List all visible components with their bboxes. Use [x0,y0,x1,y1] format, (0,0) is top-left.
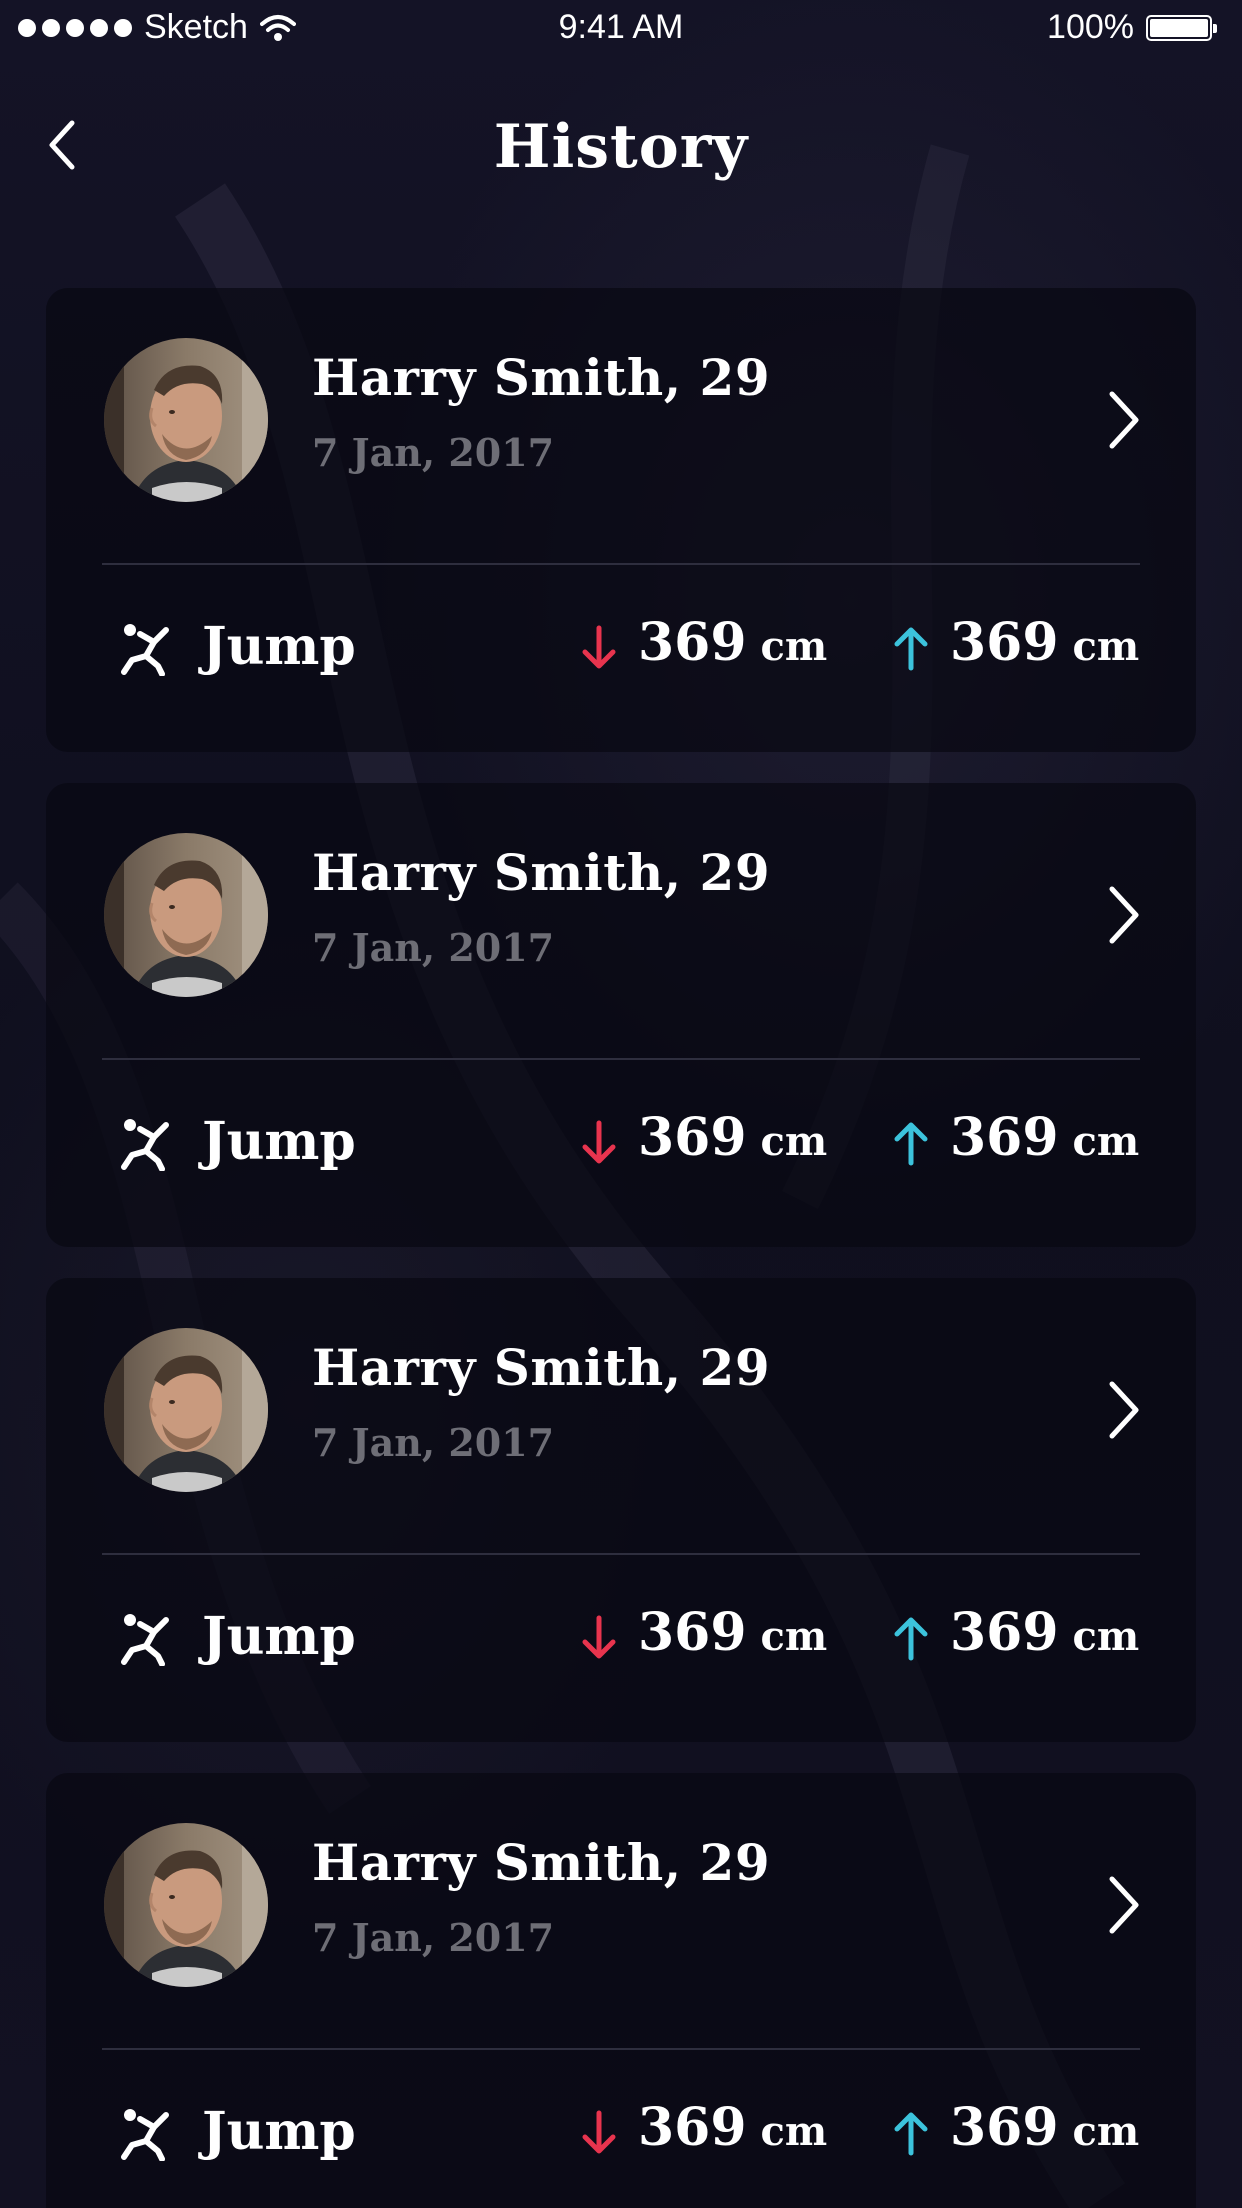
arrow-down-icon [582,2110,616,2154]
battery-percent: 100% [1047,8,1134,46]
metric-up-unit: cm [1072,2108,1140,2155]
avatar-photo [104,833,268,997]
person-name: Harry Smith, 29 [312,348,771,407]
stat-row: Jump 369 cm 369 cm [46,1103,1196,1183]
metric-down-value: 369 [638,1602,747,1663]
activity-label: Jump [202,2101,356,2162]
metric-up: 369 cm [892,1107,1139,1179]
metric-up-value: 369 [950,1602,1059,1663]
chevron-right-icon [1109,391,1139,449]
person-name: Harry Smith, 29 [312,1833,771,1892]
status-right: 100% [1047,8,1217,47]
chevron-right-icon [1109,1381,1139,1439]
activity-label: Jump [202,1111,356,1172]
activity-label: Jump [202,616,356,677]
metric-up-unit: cm [1072,1118,1140,1165]
divider [102,1058,1140,1060]
arrow-up-icon [894,627,928,671]
metric-down: 369 cm [580,612,827,684]
divider [102,563,1140,565]
metric-down: 369 cm [580,1107,827,1179]
avatar [104,1328,268,1492]
metric-up: 369 cm [892,2097,1139,2169]
metric-down-value: 369 [638,612,747,673]
divider [102,1553,1140,1555]
jump-icon [121,2109,169,2161]
history-card[interactable]: Harry Smith, 29 7 Jan, 2017 Jump 369 cm [46,1773,1196,2208]
page-title: History [493,112,749,182]
chevron-right-icon [1109,886,1139,944]
battery-icon [1146,14,1217,41]
metric-up-value: 369 [950,2097,1059,2158]
person-name: Harry Smith, 29 [312,1338,771,1397]
metric-up: 369 cm [892,1602,1139,1674]
avatar [104,1823,268,1987]
status-bar: Sketch 9:41 AM 100% [0,0,1242,60]
person-name: Harry Smith, 29 [312,843,771,902]
metric-up: 369 cm [892,612,1139,684]
record-date: 7 Jan, 2017 [312,430,555,475]
arrow-up-icon [894,1122,928,1166]
metric-up-value: 369 [950,1107,1059,1168]
record-date: 7 Jan, 2017 [312,1915,555,1960]
metric-down-unit: cm [760,2108,828,2155]
navigation-bar: History [0,100,1242,200]
history-card[interactable]: Harry Smith, 29 7 Jan, 2017 Jump 369 cm [46,783,1196,1247]
history-card[interactable]: Harry Smith, 29 7 Jan, 2017 Jump 369 cm [46,288,1196,752]
chevron-right-icon [1109,1876,1139,1934]
stat-row: Jump 369 cm 369 cm [46,2093,1196,2173]
stat-row: Jump 369 cm 369 cm [46,1598,1196,1678]
jump-icon [121,1119,169,1171]
metric-down-value: 369 [638,2097,747,2158]
stat-row: Jump 369 cm 369 cm [46,608,1196,688]
arrow-down-icon [582,625,616,669]
record-date: 7 Jan, 2017 [312,1420,555,1465]
jump-icon [121,624,169,676]
record-date: 7 Jan, 2017 [312,925,555,970]
metric-down-unit: cm [760,623,828,670]
metric-down-unit: cm [760,1613,828,1660]
arrow-down-icon [582,1120,616,1164]
metric-up-unit: cm [1072,623,1140,670]
metric-up-unit: cm [1072,1613,1140,1660]
avatar [104,338,268,502]
history-card[interactable]: Harry Smith, 29 7 Jan, 2017 Jump 369 cm [46,1278,1196,1742]
divider [102,2048,1140,2050]
metric-down: 369 cm [580,2097,827,2169]
metric-down-value: 369 [638,1107,747,1168]
avatar-photo [104,1823,268,1987]
activity-label: Jump [202,1606,356,1667]
metric-down: 369 cm [580,1602,827,1674]
arrow-down-icon [582,1615,616,1659]
metric-down-unit: cm [760,1118,828,1165]
avatar-photo [104,1328,268,1492]
avatar-photo [104,338,268,502]
arrow-up-icon [894,1617,928,1661]
avatar [104,833,268,997]
metric-up-value: 369 [950,612,1059,673]
jump-icon [121,1614,169,1666]
arrow-up-icon [894,2112,928,2156]
